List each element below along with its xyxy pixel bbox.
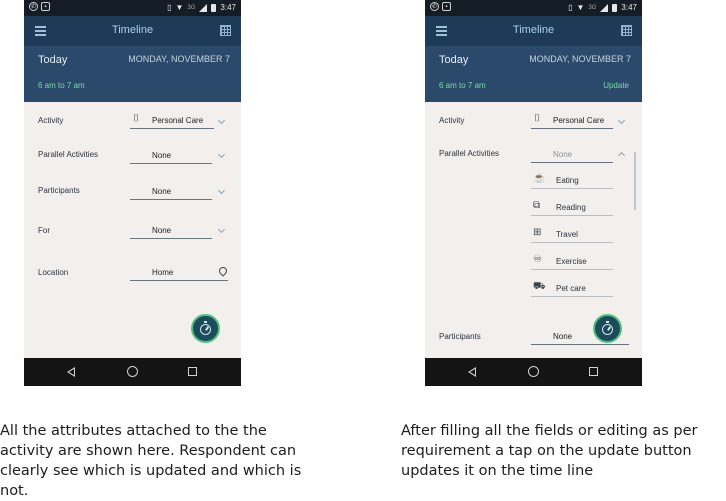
for-field[interactable]: None <box>130 222 212 239</box>
calendar-icon[interactable] <box>621 25 632 36</box>
day-header: Today MONDAY, NOVEMBER 7 6 am to 7 am <box>24 46 241 102</box>
status-bar: ✆ ▪ ▯ ▼ 3G 3:47 <box>425 0 642 16</box>
status-time: 3:47 <box>220 3 236 12</box>
date-label: MONDAY, NOVEMBER 7 <box>128 54 230 64</box>
calendar-icon[interactable] <box>220 25 231 36</box>
network-type: 3G <box>588 4 597 11</box>
right-caption: After filling all the fields or editing … <box>401 423 698 479</box>
chevron-down-icon[interactable] <box>217 186 226 195</box>
suggestion-item-exercise[interactable]: ♾ Exercise <box>531 253 613 270</box>
whatsapp-icon: ✆ <box>29 2 38 11</box>
personal-care-icon: ⌷ <box>534 113 540 124</box>
whatsapp-icon: ✆ <box>430 2 439 11</box>
activity-value: Personal Care <box>152 116 204 125</box>
time-range: 6 am to 7 am <box>38 81 85 90</box>
stopwatch-fab-button[interactable] <box>593 314 622 343</box>
stopwatch-icon <box>200 321 211 335</box>
suggestion-item-reading[interactable]: ⧉ Reading <box>531 199 613 216</box>
eating-icon: ☕ <box>533 173 546 184</box>
chevron-down-icon[interactable] <box>217 150 226 159</box>
chevron-down-icon[interactable] <box>217 225 226 234</box>
home-icon[interactable] <box>127 366 138 377</box>
app-bar: Timeline <box>425 16 642 46</box>
home-icon[interactable] <box>528 366 539 377</box>
day-header: Today MONDAY, NOVEMBER 7 6 am to 7 am Up… <box>425 46 642 102</box>
stopwatch-fab-button[interactable] <box>191 314 220 343</box>
chevron-up-icon[interactable] <box>617 151 626 160</box>
android-nav-bar <box>24 358 241 386</box>
right-phone-screen: ✆ ▪ ▯ ▼ 3G 3:47 Timeline Today MONDAY, N… <box>425 0 642 386</box>
for-value: None <box>152 226 172 235</box>
battery-icon <box>612 3 618 12</box>
update-button[interactable]: Update <box>603 81 629 90</box>
recent-apps-icon[interactable] <box>589 367 598 376</box>
app-title: Timeline <box>111 24 154 36</box>
travel-icon: ⊞ <box>533 227 542 238</box>
android-nav-bar <box>425 358 642 386</box>
personal-care-icon: ⌷ <box>133 113 139 124</box>
wifi-icon: ▼ <box>175 3 184 12</box>
app-bar: Timeline <box>24 16 241 46</box>
participants-label: Participants <box>439 332 481 341</box>
app-title: Timeline <box>512 24 555 36</box>
date-label: MONDAY, NOVEMBER 7 <box>529 54 631 64</box>
back-icon[interactable] <box>67 367 75 377</box>
parallel-activities-value: None <box>152 151 172 160</box>
parallel-activities-label: Parallel Activities <box>38 150 99 159</box>
chevron-down-icon[interactable] <box>217 116 226 125</box>
parallel-activities-field[interactable]: None <box>531 146 613 163</box>
reading-icon: ⧉ <box>533 200 541 211</box>
location-field[interactable]: Home <box>130 264 228 281</box>
battery-icon <box>211 3 217 12</box>
exercise-icon: ♾ <box>533 254 542 265</box>
pet-care-icon: ⛟ <box>533 281 546 292</box>
back-icon[interactable] <box>468 367 476 377</box>
activity-value: Personal Care <box>553 116 605 125</box>
left-phone-screen: ✆ ▪ ▯ ▼ 3G 3:47 Timeline Today MONDAY, N… <box>24 0 241 386</box>
notification-icon: ▪ <box>41 2 50 11</box>
participants-field[interactable]: None <box>130 183 212 200</box>
parallel-activities-label: Parallel Activities <box>439 149 500 158</box>
time-range: 6 am to 7 am <box>439 81 486 90</box>
suggestion-item-pet-care[interactable]: ⛟ Pet care <box>531 280 613 297</box>
notification-icon: ▪ <box>442 2 451 11</box>
suggestion-item-travel[interactable]: ⊞ Travel <box>531 226 613 243</box>
activity-label: Activity <box>439 116 465 125</box>
vibrate-icon: ▯ <box>568 3 573 12</box>
stopwatch-icon <box>602 321 613 335</box>
parallel-activities-value: None <box>553 150 573 159</box>
today-label: Today <box>38 54 68 66</box>
activity-field[interactable]: ⌷ Personal Care <box>130 112 214 129</box>
signal-icon <box>199 3 208 12</box>
signal-icon <box>600 3 609 12</box>
parallel-activities-field[interactable]: None <box>130 147 212 164</box>
wifi-icon: ▼ <box>576 3 585 12</box>
suggestion-item-eating[interactable]: ☕ Eating <box>531 172 613 189</box>
recent-apps-icon[interactable] <box>188 367 197 376</box>
left-caption: All the attributes attached to the the a… <box>0 423 302 499</box>
vibrate-icon: ▯ <box>167 3 172 12</box>
location-value: Home <box>152 268 174 277</box>
today-label: Today <box>439 54 469 66</box>
participants-value: None <box>553 332 573 341</box>
chevron-down-icon[interactable] <box>617 116 626 125</box>
participants-value: None <box>152 187 172 196</box>
suggestion-scrollbar[interactable] <box>634 152 636 210</box>
network-type: 3G <box>187 4 196 11</box>
for-label: For <box>38 226 50 235</box>
activity-label: Activity <box>38 116 64 125</box>
status-time: 3:47 <box>621 3 637 12</box>
activity-field[interactable]: ⌷ Personal Care <box>531 112 613 129</box>
status-bar: ✆ ▪ ▯ ▼ 3G 3:47 <box>24 0 241 16</box>
location-label: Location <box>38 268 69 277</box>
participants-label: Participants <box>38 186 80 195</box>
